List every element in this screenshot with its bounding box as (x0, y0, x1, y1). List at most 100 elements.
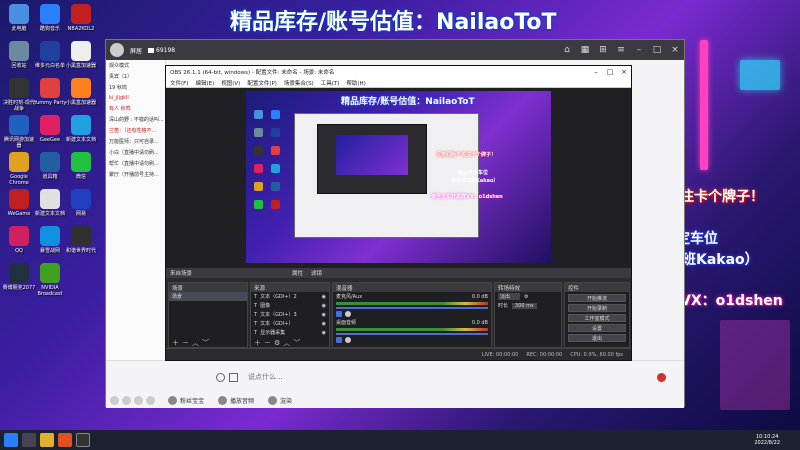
sidebar-row[interactable]: 小白（直播中请勿刷... (106, 147, 165, 158)
desktop-icon[interactable]: 新建文本文档 (33, 189, 67, 217)
fan-tool-button[interactable]: 粉丝宝宝 (168, 395, 204, 405)
obs-minimize-button[interactable]: – (589, 68, 603, 76)
sidebar-row[interactable]: 聚厅（开播前号主持... (106, 169, 165, 180)
desktop-icon[interactable]: 新建文本文档 (64, 115, 98, 143)
desktop-icon[interactable]: Google Chrome (2, 152, 36, 186)
desktop-icon[interactable]: 暴雪战网 (33, 226, 67, 254)
eye-icon[interactable]: ◉ (322, 321, 326, 327)
volume-fader[interactable] (336, 307, 488, 309)
volume-fader[interactable] (336, 333, 488, 335)
desktop-icon[interactable]: 微信 (64, 152, 98, 180)
menu-view[interactable]: 视图(V) (221, 79, 240, 87)
send-icon[interactable] (657, 372, 666, 382)
obs-taskbar-icon[interactable] (76, 433, 90, 447)
desktop-icon[interactable]: 小黑盒加速器 (64, 41, 98, 69)
grid-icon[interactable]: ▦ (576, 40, 594, 60)
browser-icon[interactable] (58, 433, 72, 447)
source-item[interactable]: T 文本（GDI+）2 ◉ (251, 292, 329, 301)
sidebar-row[interactable]: 万能医师：只可自录... (106, 136, 165, 147)
sidebar-row[interactable]: 有人 秋鸣 (106, 103, 165, 114)
desktop-icon[interactable]: 维多元白名单 (33, 41, 67, 69)
exit-button[interactable]: 退出 (568, 334, 626, 342)
source-item[interactable]: T 图像 ◉ (251, 301, 329, 310)
remove-icon[interactable]: － (182, 338, 189, 348)
eye-icon[interactable]: ◉ (322, 330, 326, 336)
obs-maximize-button[interactable]: □ (603, 68, 617, 76)
desktop-icon[interactable]: 回收站 (2, 41, 36, 69)
duration-input[interactable]: 300 ms (512, 302, 537, 309)
menu-edit[interactable]: 编辑(E) (195, 79, 214, 87)
menu-icon[interactable]: ≡ (612, 40, 630, 60)
start-recording-button[interactable]: 开始录制 (568, 304, 626, 312)
obs-close-button[interactable]: × (617, 68, 631, 76)
desktop-icon[interactable]: 道具箱 (33, 152, 67, 180)
menu-profile[interactable]: 配置文件(P) (247, 79, 277, 87)
desktop-icon[interactable]: 此电脑 (2, 4, 36, 32)
desktop-icon[interactable]: WeGame (2, 189, 36, 217)
filters-tab[interactable]: 滤镜 (311, 269, 322, 277)
system-clock[interactable]: 10:10:24 2022/8/22 (754, 434, 780, 446)
settings-button[interactable]: 设置 (568, 324, 626, 332)
emoji-icon[interactable] (216, 372, 225, 382)
desktop-icon[interactable]: 腾讯网游加速器 (2, 115, 36, 149)
menu-tools[interactable]: 工具(T) (321, 79, 340, 87)
transition-select[interactable]: 淡出 ⚙ (495, 292, 561, 301)
properties-tab[interactable]: 属性 (292, 269, 303, 277)
desktop-icon[interactable]: 赛博朋克2077 (2, 263, 36, 291)
down-icon[interactable]: ﹀ (293, 338, 300, 348)
source-item[interactable]: T 文本（GDI+）3 ◉ (251, 310, 329, 319)
desktop-icon[interactable]: 和谐世界时代 (64, 226, 98, 254)
studio-mode-button[interactable]: 工作室模式 (568, 314, 626, 322)
gear-icon[interactable] (345, 311, 351, 317)
sidebar-row[interactable]: 兰笛：（还有性格不... (106, 125, 165, 136)
gamepad-icon[interactable]: ⊞ (594, 40, 612, 60)
up-icon[interactable]: ︿ (283, 338, 290, 348)
menu-help[interactable]: 帮助(H) (346, 79, 365, 87)
sidebar-row[interactable]: 帮忙（直播中请勿刷... (106, 158, 165, 169)
up-icon[interactable]: ︿ (192, 338, 199, 348)
minimize-button[interactable]: – (630, 40, 648, 60)
eye-icon[interactable]: ◉ (322, 312, 326, 318)
sidebar-row[interactable]: ki_jljgkll (106, 93, 165, 103)
desktop-icon[interactable]: Yummy Party (33, 78, 67, 106)
desktop-icon[interactable]: 网易 (64, 189, 98, 217)
scene-source-tab[interactable]: 来自场景 (170, 269, 192, 277)
desktop-icon[interactable]: QQ (2, 226, 36, 254)
eye-icon[interactable]: ◉ (322, 294, 326, 300)
source-item[interactable]: T 显示器采集 ◉ (251, 328, 329, 337)
gift-icon[interactable] (229, 372, 238, 382)
sidebar-row[interactable]: 贵宾（1） (106, 71, 165, 82)
source-item[interactable]: T 文本（GDI+） ◉ (251, 319, 329, 328)
search-icon[interactable] (22, 433, 36, 447)
avatar[interactable] (110, 43, 124, 57)
chat-input[interactable] (248, 373, 448, 381)
menu-scene-collection[interactable]: 场景集合(S) (284, 79, 314, 87)
gear-icon[interactable]: ⚙ (524, 294, 528, 300)
desktop-icon[interactable]: 决胜时刻-现代战争 (2, 78, 36, 112)
desktop-icon[interactable]: NVIDIA Broadcast (33, 263, 67, 297)
audio-tool-button[interactable]: 播放音频 (218, 395, 254, 405)
sidebar-row[interactable]: 深山的野 : 不错的话叫... (106, 114, 165, 125)
render-tool-button[interactable]: 渲染 (268, 395, 292, 405)
home-icon[interactable]: ⌂ (558, 40, 576, 60)
close-button[interactable]: × (666, 40, 684, 60)
desktop-icon[interactable]: 小黑盒加速器 (64, 78, 98, 106)
add-icon[interactable]: ＋ (254, 338, 261, 348)
start-streaming-button[interactable]: 开始推流 (568, 294, 626, 302)
obs-preview-area[interactable]: 精品库存/账号估值：NailaoToT 兄弟们给个关注卡个牌子！ 晚上可定车位 … (166, 88, 631, 268)
gear-icon[interactable] (345, 337, 351, 343)
desktop-icon[interactable]: 酷狗音乐 (33, 4, 67, 32)
preview-canvas[interactable]: 精品库存/账号估值：NailaoToT 兄弟们给个关注卡个牌子！ 晚上可定车位 … (246, 91, 551, 263)
eye-icon[interactable]: ◉ (322, 303, 326, 309)
volume-icon[interactable] (336, 311, 342, 317)
down-icon[interactable]: ﹀ (202, 338, 209, 348)
menu-file[interactable]: 文件(F) (170, 79, 188, 87)
desktop-icon[interactable]: NBA2KOL2 (64, 4, 98, 32)
sidebar-row[interactable]: 19 秋鸣 (106, 82, 165, 93)
add-icon[interactable]: ＋ (172, 338, 179, 348)
maximize-button[interactable]: □ (648, 40, 666, 60)
scene-item[interactable]: 场景 (169, 292, 247, 301)
sidebar-mode-label[interactable]: 观众模式 (106, 60, 165, 71)
start-icon[interactable] (4, 433, 18, 447)
gear-icon[interactable]: ⚙ (274, 339, 280, 347)
